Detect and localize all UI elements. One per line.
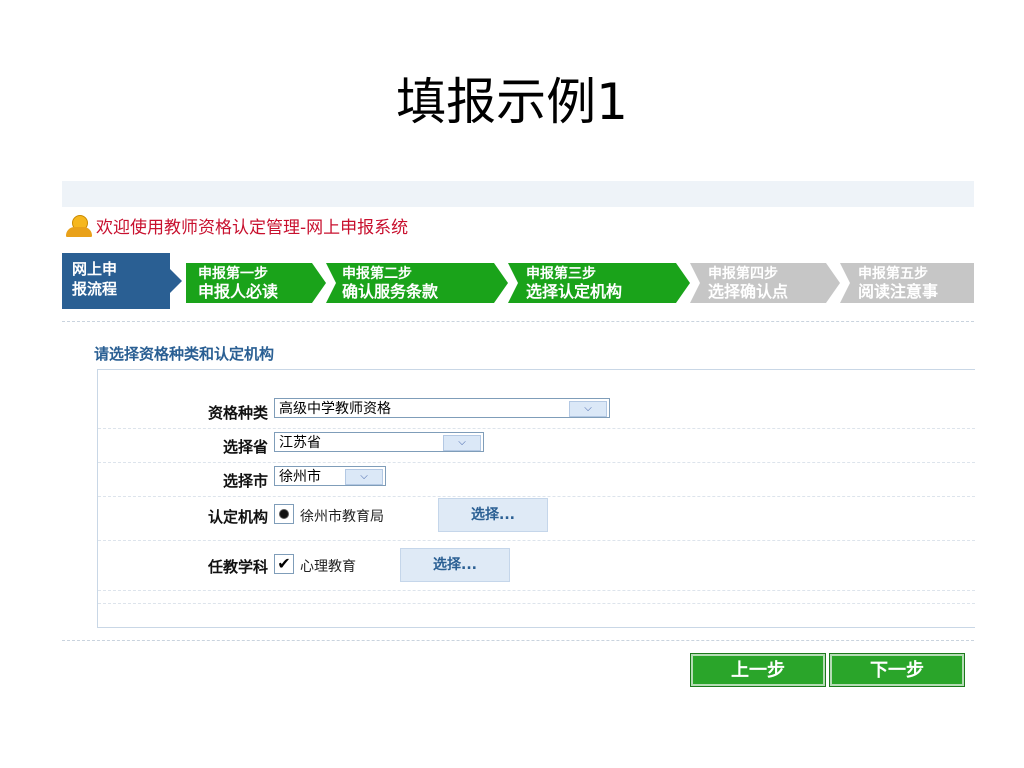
subject-select-button[interactable]: 选择... bbox=[400, 548, 510, 582]
step-3[interactable]: 申报第三步 选择认定机构 bbox=[508, 263, 690, 303]
chevron-down-icon[interactable]: ⌵ bbox=[569, 401, 607, 417]
subject-checkbox[interactable]: ✔ bbox=[274, 554, 294, 574]
subject-label: 任教学科 bbox=[207, 558, 268, 576]
welcome-banner: 欢迎使用教师资格认定管理-网上申报系统 bbox=[62, 211, 408, 239]
step-1[interactable]: 申报第一步 申报人必读 bbox=[186, 263, 326, 303]
next-step-button[interactable]: 下一步 bbox=[829, 653, 965, 687]
city-select[interactable]: 徐州市 ⌵ bbox=[274, 466, 386, 486]
application-steps: 网上申 报流程 申报第一步 申报人必读 申报第二步 确认服务条款 申报第三步 选… bbox=[62, 253, 974, 311]
welcome-text: 欢迎使用教师资格认定管理-网上申报系统 bbox=[96, 217, 409, 238]
qualification-form: 资格种类 高级中学教师资格 ⌵ 选择省 江苏省 ⌵ 选择市 徐州市 ⌵ 认定机构… bbox=[97, 369, 975, 628]
step-2[interactable]: 申报第二步 确认服务条款 bbox=[326, 263, 508, 303]
step-5-name: 阅读注意事 bbox=[858, 282, 939, 301]
province-select[interactable]: 江苏省 ⌵ bbox=[274, 432, 484, 452]
agency-radio[interactable] bbox=[274, 504, 294, 524]
step-4-name: 选择确认点 bbox=[708, 282, 789, 301]
province-label: 选择省 bbox=[222, 438, 268, 456]
step-3-name: 选择认定机构 bbox=[526, 282, 623, 301]
slide-title: 填报示例1 bbox=[396, 73, 628, 131]
process-label-line1: 网上申 bbox=[72, 260, 118, 278]
row-province: 选择省 江苏省 ⌵ bbox=[98, 428, 975, 463]
step-1-name: 申报人必读 bbox=[198, 282, 279, 301]
step-5[interactable]: 申报第五步 阅读注意事 bbox=[840, 263, 974, 303]
process-label-line2: 报流程 bbox=[72, 280, 118, 298]
agency-value: 徐州市教育局 bbox=[300, 509, 384, 525]
step-1-title: 申报第一步 bbox=[198, 266, 268, 282]
qualification-select[interactable]: 高级中学教师资格 ⌵ bbox=[274, 398, 610, 418]
prev-step-button[interactable]: 上一步 bbox=[690, 653, 826, 687]
subject-value: 心理教育 bbox=[300, 559, 356, 575]
qualification-value: 高级中学教师资格 bbox=[279, 401, 391, 417]
chevron-down-icon[interactable]: ⌵ bbox=[443, 435, 481, 451]
step-3-title: 申报第三步 bbox=[526, 266, 596, 282]
step-5-title: 申报第五步 bbox=[858, 266, 928, 282]
step-4-title: 申报第四步 bbox=[708, 266, 778, 282]
chevron-down-icon[interactable]: ⌵ bbox=[345, 469, 383, 485]
user-avatar-icon bbox=[62, 211, 92, 239]
checkmark-icon: ✔ bbox=[277, 554, 291, 573]
app-top-bar bbox=[62, 181, 974, 207]
divider bbox=[62, 321, 974, 322]
divider bbox=[62, 640, 974, 641]
agency-label: 认定机构 bbox=[207, 508, 268, 526]
process-label: 网上申 报流程 bbox=[62, 253, 182, 309]
agency-select-button[interactable]: 选择... bbox=[438, 498, 548, 532]
city-label: 选择市 bbox=[222, 472, 268, 490]
city-value: 徐州市 bbox=[279, 469, 321, 485]
step-2-title: 申报第二步 bbox=[342, 266, 412, 282]
row-agency: 认定机构 徐州市教育局 选择... bbox=[98, 498, 975, 541]
radio-dot-icon bbox=[279, 509, 289, 519]
row-subject: 任教学科 ✔ 心理教育 选择... bbox=[98, 548, 975, 591]
section-title: 请选择资格种类和认定机构 bbox=[94, 345, 275, 363]
province-value: 江苏省 bbox=[279, 435, 321, 451]
row-spacer bbox=[98, 602, 975, 604]
qualification-label: 资格种类 bbox=[207, 404, 268, 422]
row-city: 选择市 徐州市 ⌵ bbox=[98, 462, 975, 497]
step-2-name: 确认服务条款 bbox=[342, 282, 439, 301]
row-qualification: 资格种类 高级中学教师资格 ⌵ bbox=[98, 394, 975, 429]
step-4[interactable]: 申报第四步 选择确认点 bbox=[690, 263, 840, 303]
